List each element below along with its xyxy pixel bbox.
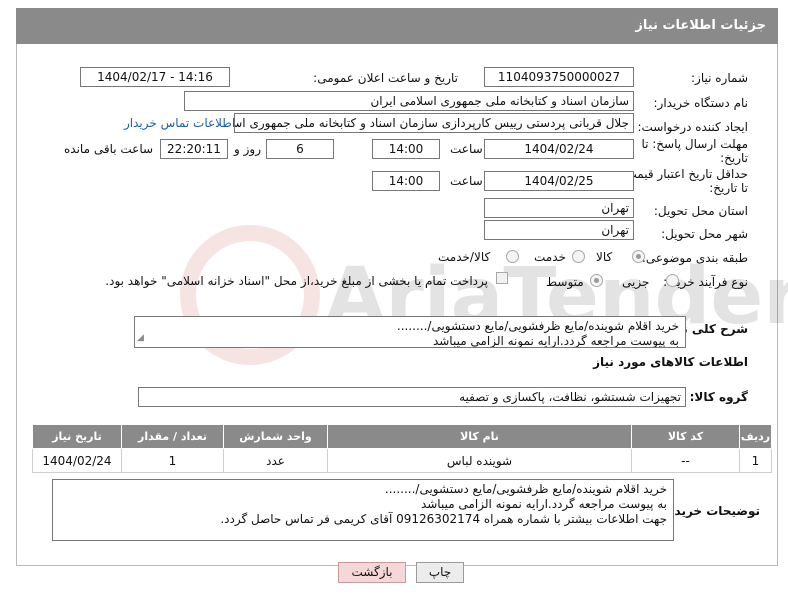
buyer-notes-line-3: جهت اطلاعات بیشتر با شماره همراه 0912630… (220, 512, 667, 526)
col-header-row-number: ردیف (739, 424, 772, 449)
buyer-org-field: سازمان اسناد و کتابخانه ملی جمهوری اسلام… (184, 91, 634, 111)
process-option-medium: متوسط (546, 275, 584, 289)
reply-deadline-label: مهلت ارسال پاسخ: تا تاریخ: (641, 137, 748, 165)
category-option-goods: کالا (596, 250, 613, 264)
col-header-item-name: نام کالا (327, 424, 632, 449)
creator-field: جلال قربانی پردستی رییس کارپردازی سازمان… (234, 113, 634, 133)
days-label: روز و (234, 142, 261, 156)
remaining-label: ساعت باقی مانده (64, 142, 154, 156)
goods-group-label: گروه کالا: (689, 390, 748, 404)
resize-grip-icon[interactable]: ◢ (137, 331, 144, 346)
description-line-2: به پیوست مراجعه گردد.ارایه نمونه الزامی … (432, 334, 679, 348)
category-radio-goods-service[interactable] (506, 250, 519, 263)
province-field: تهران (484, 198, 634, 218)
need-number-label: شماره نیاز: (691, 71, 748, 85)
cell-row-number: 1 (739, 448, 772, 473)
description-line-1: خرید اقلام شوینده/مایع ظرفشویی/مایع دستش… (396, 319, 679, 333)
price-time-field: 14:00 (372, 171, 440, 191)
buyer-notes-textarea: خرید اقلام شوینده/مایع ظرفشویی/مایع دستش… (52, 479, 674, 541)
price-deadline-label: حداقل تاریخ اعتبار قیمت: تا تاریخ: (621, 167, 748, 195)
col-header-quantity: تعداد / مقدار (121, 424, 224, 449)
buyer-org-label: نام دستگاه خریدار: (653, 96, 749, 110)
col-header-need-date: تاریخ نیاز (32, 424, 122, 449)
buyer-contact-link[interactable]: اطلاعات تماس خریدار (124, 116, 235, 130)
city-label: شهر محل تحویل: (661, 227, 748, 241)
table-row: 1 -- شوینده لباس عدد 1 1404/02/24 (32, 448, 772, 473)
treasury-payment-note: پرداخت تمام یا بخشی از مبلغ خرید،از محل … (105, 274, 488, 288)
province-label: استان محل تحویل: (653, 204, 748, 218)
process-option-minor: جزیی (622, 275, 650, 289)
announce-datetime-field: 1404/02/17 - 14:16 (80, 67, 230, 87)
process-radio-medium[interactable] (590, 274, 603, 287)
treasury-payment-checkbox[interactable] (496, 272, 508, 284)
cell-item-name: شوینده لباس (327, 448, 632, 473)
creator-label: ایجاد کننده درخواست: (637, 120, 748, 134)
category-radio-goods[interactable] (632, 250, 645, 263)
cell-unit: عدد (223, 448, 328, 473)
print-button[interactable]: چاپ (416, 562, 464, 583)
price-date-field: 1404/02/25 (484, 171, 634, 191)
cell-quantity: 1 (121, 448, 224, 473)
buyer-notes-line-2: به پیوست مراجعه گردد.ارایه نمونه الزامی … (420, 497, 667, 511)
goods-group-field: تجهیزات شستشو، نظافت، پاکسازی و تصفیه (138, 387, 686, 407)
city-field: تهران (484, 220, 634, 240)
col-header-item-code: کد کالا (631, 424, 740, 449)
back-button[interactable]: بازگشت (338, 562, 406, 583)
buyer-notes-line-1: خرید اقلام شوینده/مایع ظرفشویی/مایع دستش… (384, 482, 667, 496)
process-radio-minor[interactable] (666, 274, 679, 287)
page-title: جزئیات اطلاعات نیاز (16, 8, 778, 44)
reply-time-label: ساعت (450, 142, 483, 156)
cell-need-date: 1404/02/24 (32, 448, 122, 473)
goods-info-heading: اطلاعات کالاهای مورد نیاز (593, 355, 748, 369)
category-label: طبقه بندی موضوعی: (641, 251, 748, 265)
price-time-label: ساعت (450, 174, 483, 188)
col-header-unit: واحد شمارش (223, 424, 328, 449)
remaining-time-field: 22:20:11 (160, 139, 228, 159)
category-option-goods-service: کالا/خدمت (438, 250, 491, 264)
days-field: 6 (266, 139, 334, 159)
category-option-service: خدمت (534, 250, 566, 264)
announce-label: تاریخ و ساعت اعلان عمومی: (313, 71, 458, 85)
reply-date-field: 1404/02/24 (484, 139, 634, 159)
reply-time-field: 14:00 (372, 139, 440, 159)
description-textarea: خرید اقلام شوینده/مایع ظرفشویی/مایع دستش… (134, 316, 686, 348)
category-radio-service[interactable] (572, 250, 585, 263)
table-header-row: ردیف کد کالا نام کالا واحد شمارش تعداد /… (32, 424, 772, 449)
need-number-field: 1104093750000027 (484, 67, 634, 87)
cell-item-code: -- (631, 448, 740, 473)
items-table: ردیف کد کالا نام کالا واحد شمارش تعداد /… (32, 424, 772, 473)
